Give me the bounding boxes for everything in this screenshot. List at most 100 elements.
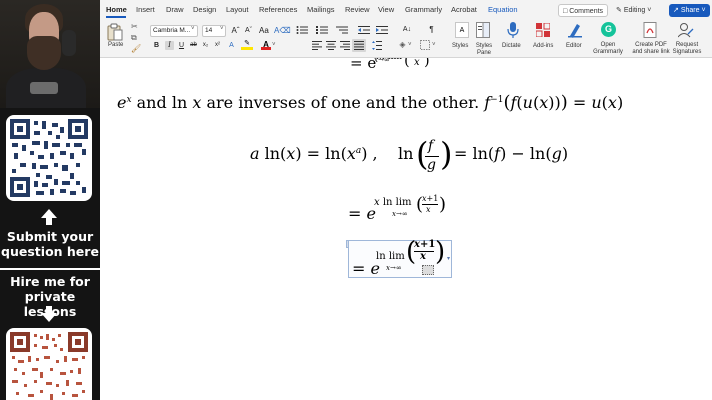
text-effects-icon[interactable]: A [227,41,236,50]
tab-insert[interactable]: Insert [136,5,155,14]
inverse-statement-line: ex and ln x are inverses of one and the … [117,92,624,113]
equation-clipped-top: = eln lim( x ) x→∞ [350,58,430,72]
borders-icon[interactable] [420,40,430,50]
shrink-font-icon[interactable]: Aˇ [244,26,253,35]
document-page[interactable]: = eln lim( x ) x→∞ ex and ln x are inver… [100,58,712,400]
microphone-icon[interactable] [507,22,519,39]
styles-label[interactable]: Styles [452,43,468,50]
subscript-button[interactable]: x₂ [201,41,210,50]
strikethrough-button[interactable]: ab [189,41,198,50]
create-pdf-label[interactable]: Create PDF and share link [631,42,671,56]
streamer-sidebar: Submit your question here Hire me for pr… [0,0,100,400]
active-equation-editor[interactable]: = e ln lim x→∞ ( x+1 x ) [348,237,452,278]
chevron-down-icon: ˅ [701,7,706,14]
justify-icon [354,41,364,50]
highlight-icon[interactable]: ✎ [241,40,253,50]
editor-icon[interactable] [568,22,582,38]
chevron-down-icon[interactable]: ˅ [272,42,276,48]
editing-label: Editing [623,7,646,14]
add-ins-icon[interactable] [536,23,550,37]
tab-review[interactable]: Review [345,5,370,14]
decrease-indent-icon[interactable] [358,25,370,35]
align-left-icon[interactable] [312,41,322,50]
font-name-value: Cambria M... [153,27,191,34]
bullets-icon[interactable] [296,25,308,35]
italic-button[interactable]: I [165,41,174,50]
editor-label[interactable]: Editor [566,43,582,50]
tab-mailings[interactable]: Mailings [307,5,335,14]
qr-code-lessons[interactable] [6,328,92,400]
comments-button[interactable]: □ Comments [558,4,609,17]
show-formatting-icon[interactable]: ¶ [427,25,436,34]
create-pdf-icon[interactable] [643,22,657,38]
chevron-down-icon[interactable]: ˅ [432,42,436,48]
tab-references[interactable]: References [259,5,297,14]
underline-button[interactable]: U [177,41,186,50]
arrow-down-icon [41,306,57,322]
numbering-icon[interactable] [316,25,328,35]
equation-options-chevron-icon[interactable]: ▾ [447,255,450,262]
divider [0,268,100,270]
grammarly-label[interactable]: Open Grammarly [592,42,624,56]
equation-in-progress: = e ln lim x→∞ ( x+1 x ) [352,237,446,278]
tab-home[interactable]: Home [106,5,127,14]
sort-icon[interactable]: A↓ [401,25,413,34]
line-spacing-icon[interactable] [372,41,382,50]
copy-icon[interactable]: ⧉ [131,33,137,43]
share-icon: ↗ [673,7,679,14]
tab-grammarly[interactable]: Grammarly [405,5,442,14]
comment-icon: □ [563,8,568,15]
format-painter-icon[interactable]: 🖌 [131,44,141,53]
active-tab-indicator [106,16,126,18]
tab-layout[interactable]: Layout [226,5,249,14]
multilevel-list-icon[interactable] [336,25,348,35]
grammarly-icon[interactable]: G [601,22,616,37]
tab-draw[interactable]: Draw [166,5,184,14]
cut-icon[interactable]: ✂ [131,22,138,31]
request-signatures-label[interactable]: Request Signatures [671,42,703,56]
arrow-up-icon [41,209,57,225]
ribbon-tabs: Home Insert Draw Design Layout Reference… [100,0,712,20]
styles-pane-icon[interactable] [476,22,490,38]
increase-indent-icon[interactable] [376,25,388,35]
share-button[interactable]: ↗ Share ˅ [669,4,710,17]
qr-pattern-icon [10,119,88,197]
chevron-down-icon: ˅ [647,7,652,14]
bold-button[interactable]: B [152,41,161,50]
justify-button[interactable] [352,39,366,52]
chevron-down-icon[interactable]: ˅ [408,42,412,48]
qr-code-submit[interactable] [6,115,92,201]
clear-formatting-icon[interactable]: A⌫ [274,26,291,35]
superscript-button[interactable]: x² [213,41,222,50]
add-ins-label[interactable]: Add-ins [533,43,553,50]
submit-question-text: Submit your question here [1,229,99,259]
chevron-down-icon[interactable]: ˅ [191,26,195,32]
grow-font-icon[interactable]: Aˆ [231,26,240,35]
request-signatures-icon[interactable] [678,22,694,38]
styles-pane-label[interactable]: Styles Pane [474,43,494,57]
font-color-icon[interactable]: A [261,41,271,50]
shading-icon[interactable]: ◈ [398,40,407,49]
inverse-text-rest: are inverses of one and the other. [206,93,480,112]
clipboard-icon[interactable] [107,23,123,41]
share-label: Share [680,7,700,14]
equation-limit-exponent: = e x ln lim x→∞ ( x+1 x ) [348,194,447,223]
chevron-down-icon[interactable]: ˅ [220,26,224,32]
font-size-value: 14 [205,27,213,34]
tab-acrobat[interactable]: Acrobat [451,5,477,14]
paste-label[interactable]: Paste [108,42,123,49]
change-case-icon[interactable]: Aa [259,26,269,35]
tab-equation[interactable]: Equation [488,5,518,14]
dictate-label[interactable]: Dictate [502,43,521,50]
equation-placeholder-box[interactable] [422,265,434,275]
tab-design[interactable]: Design [193,5,216,14]
qr-pattern-icon [10,332,88,400]
align-right-icon[interactable] [340,41,350,50]
pencil-icon: ✎ [616,7,622,14]
styles-gallery-icon[interactable]: A [455,22,469,38]
editing-mode-button[interactable]: ✎ Editing ˅ [612,4,655,17]
webcam-feed [0,0,100,108]
align-center-icon[interactable] [326,41,336,50]
tab-view[interactable]: View [378,5,394,14]
inverse-text-and: and [136,93,167,112]
